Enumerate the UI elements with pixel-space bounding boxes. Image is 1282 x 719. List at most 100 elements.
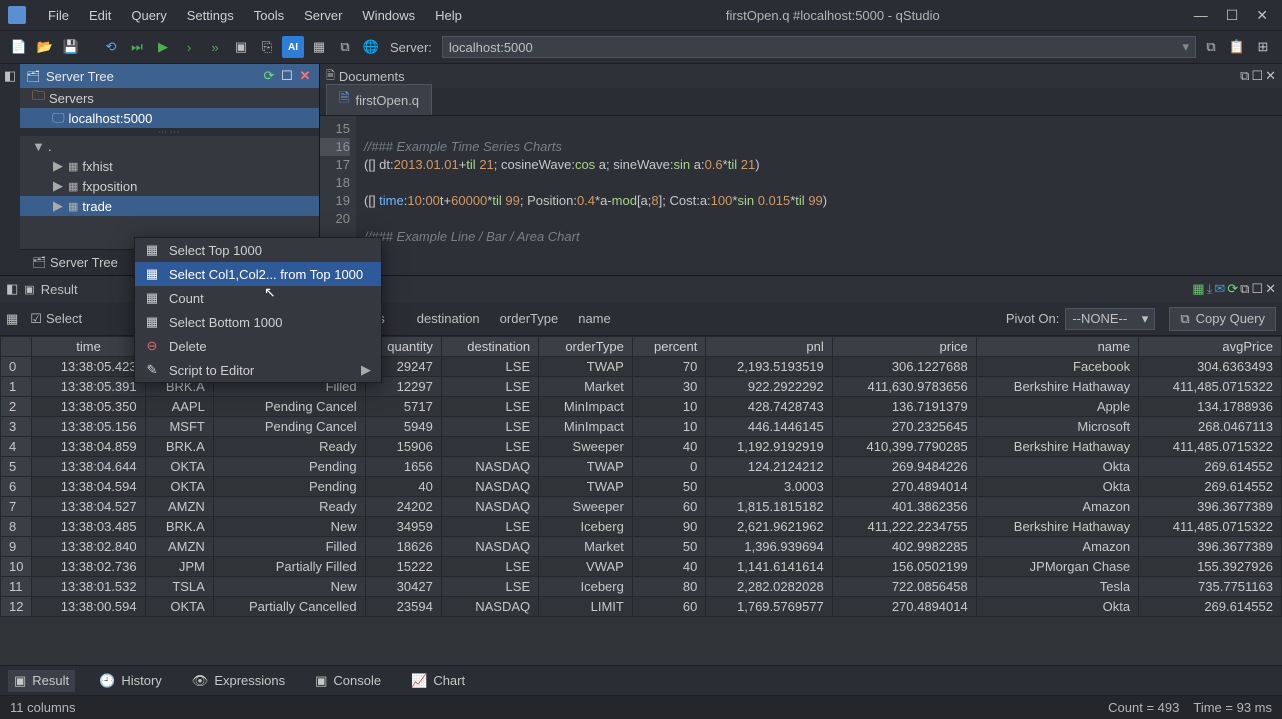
maximize-panel-icon[interactable]: ☐ — [1251, 281, 1263, 297]
context-menu-item[interactable]: ▦Select Col1,Col2... from Top 1000 — [135, 262, 381, 286]
save-icon[interactable]: 💾 — [60, 36, 82, 58]
run-all-icon[interactable]: » — [204, 36, 226, 58]
window-maximize-icon[interactable]: ☐ — [1226, 7, 1239, 24]
tab-result[interactable]: ▣Result — [8, 670, 75, 692]
col-header-time[interactable]: time — [32, 337, 145, 357]
table-row[interactable]: 613:38:04.594OKTAPending40NASDAQTWAP503.… — [1, 477, 1282, 497]
table-row[interactable]: 413:38:04.859BRK.AReady15906LSESweeper40… — [1, 437, 1282, 457]
stop-icon[interactable]: ▣ — [230, 36, 252, 58]
menu-windows[interactable]: Windows — [352, 4, 425, 27]
grid-icon[interactable]: ▦ — [308, 36, 330, 58]
refresh-connections-icon[interactable]: ⟲ — [100, 36, 122, 58]
open-file-icon[interactable]: 📂 — [34, 36, 56, 58]
table-row[interactable]: 813:38:03.485BRK.ANew34959LSEIceberg902,… — [1, 517, 1282, 537]
file-tab-firstopen[interactable]: 🗎 firstOpen.q — [326, 84, 432, 115]
table-row[interactable]: 1113:38:01.532TSLANew30427LSEIceberg802,… — [1, 577, 1282, 597]
tree-table-fxposition[interactable]: ▶ ▦ fxposition — [20, 176, 319, 196]
tab-chart[interactable]: 📈Chart — [405, 670, 471, 692]
col-name[interactable]: name — [578, 311, 611, 326]
menu-settings[interactable]: Settings — [177, 4, 244, 27]
table-row[interactable]: 1213:38:00.594OKTAPartially Cancelled235… — [1, 597, 1282, 617]
menu-tools[interactable]: Tools — [244, 4, 294, 27]
refresh-icon[interactable]: ⟳ — [1227, 281, 1238, 297]
server-select[interactable]: localhost:5000 ▾ — [442, 36, 1196, 58]
menu-server[interactable]: Server — [294, 4, 352, 27]
grid-icon[interactable]: ▦ — [6, 311, 18, 327]
mail-icon[interactable]: ✉ — [1214, 281, 1225, 297]
popout-icon[interactable]: ⧉ — [1240, 68, 1249, 84]
select-columns-button[interactable]: ☑ Select — [24, 309, 88, 329]
refresh-icon[interactable]: ⟳ — [261, 68, 277, 84]
pivot-select[interactable]: --NONE-- ▾ — [1065, 308, 1155, 330]
col-header-price[interactable]: price — [832, 337, 976, 357]
close-panel-icon[interactable]: ✕ — [1265, 68, 1276, 84]
expand-icon[interactable]: ▶ — [52, 198, 64, 214]
tree-connection[interactable]: 🖵 localhost:5000 — [20, 108, 319, 128]
export-csv-icon[interactable]: ⤓ — [1207, 281, 1213, 297]
left-gutter-icon[interactable]: ◧ — [6, 281, 18, 297]
editor-content[interactable]: //### Example Time Series Charts ([] dt:… — [356, 116, 1282, 275]
expand-icon[interactable]: ▶ — [52, 178, 64, 194]
window-close-icon[interactable]: ✕ — [1256, 7, 1268, 24]
settings-icon[interactable]: ⊞ — [1252, 36, 1274, 58]
table-row[interactable]: 713:38:04.527AMZNReady24202NASDAQSweeper… — [1, 497, 1282, 517]
col-destination[interactable]: destination — [417, 311, 480, 326]
table-row[interactable]: 313:38:05.156MSFTPending Cancel5949LSEMi… — [1, 417, 1282, 437]
maximize-panel-icon[interactable]: ☐ — [279, 68, 295, 84]
close-panel-icon[interactable]: ✕ — [1265, 281, 1276, 297]
run-to-end-icon[interactable]: ⏭ — [126, 36, 148, 58]
window-minimize-icon[interactable]: — — [1194, 7, 1208, 24]
tab-history[interactable]: 🕘History — [93, 670, 168, 692]
code-editor[interactable]: 15 16 17 18 19 20 //### Example Time Ser… — [320, 116, 1282, 275]
table-row[interactable]: 513:38:04.644OKTAPending1656NASDAQTWAP01… — [1, 457, 1282, 477]
tree-namespace[interactable]: ▼ . — [20, 136, 319, 156]
col-header-destination[interactable]: destination — [441, 337, 538, 357]
col-header-percent[interactable]: percent — [632, 337, 706, 357]
col-header-orderType[interactable]: orderType — [539, 337, 633, 357]
run-icon[interactable]: ▶ — [152, 36, 174, 58]
expand-icon[interactable]: ▼ — [32, 139, 44, 154]
context-menu-item[interactable]: ✎Script to Editor▶ — [135, 358, 381, 382]
tree-table-fxhist[interactable]: ▶ ▦ fxhist — [20, 156, 319, 176]
tab-server-tree[interactable]: 🗂 Server Tree — [24, 253, 126, 272]
context-menu-item[interactable]: ▦Count — [135, 286, 381, 310]
tab-console[interactable]: ▣Console — [309, 670, 387, 692]
copy-icon[interactable]: ⧉ — [1200, 36, 1222, 58]
close-panel-icon[interactable]: ✕ — [297, 68, 313, 84]
maximize-panel-icon[interactable]: ☐ — [1251, 68, 1263, 84]
run-line-icon[interactable]: › — [178, 36, 200, 58]
table-row[interactable]: 913:38:02.840AMZNFilled18626NASDAQMarket… — [1, 537, 1282, 557]
expand-icon[interactable]: ▶ — [52, 158, 64, 174]
menu-help[interactable]: Help — [425, 4, 472, 27]
table-view-icon[interactable]: ▦ — [1192, 281, 1204, 297]
ai-icon[interactable]: AI — [282, 36, 304, 58]
globe-icon[interactable]: 🌐 — [360, 36, 382, 58]
copy-query-button[interactable]: ⧉ Copy Query — [1169, 307, 1276, 331]
copy-table-icon[interactable]: ⧉ — [334, 36, 356, 58]
tree-table-trade[interactable]: ▶ ▦ trade — [20, 196, 319, 216]
paste-icon[interactable]: 📋 — [1226, 36, 1248, 58]
menu-edit[interactable]: Edit — [79, 4, 121, 27]
tab-expressions[interactable]: 👁Expressions — [186, 670, 291, 692]
table-row[interactable]: 213:38:05.350AAPLPending Cancel5717LSEMi… — [1, 397, 1282, 417]
context-menu-item[interactable]: ▦Select Bottom 1000 — [135, 310, 381, 334]
submenu-arrow-icon: ▶ — [361, 362, 371, 378]
col-header-pnl[interactable]: pnl — [706, 337, 832, 357]
tree-namespace-label: . — [48, 139, 52, 154]
context-menu-item[interactable]: ⊖Delete — [135, 334, 381, 358]
context-menu-item-icon: ▦ — [145, 314, 159, 330]
context-menu-item[interactable]: ▦Select Top 1000 — [135, 238, 381, 262]
popout-icon[interactable]: ⧉ — [1240, 281, 1249, 297]
new-file-icon[interactable]: 📄 — [8, 36, 30, 58]
export-icon[interactable]: ⎘ — [256, 36, 278, 58]
table-row[interactable]: 1013:38:02.736JPMPartially Filled15222LS… — [1, 557, 1282, 577]
col-header-avgPrice[interactable]: avgPrice — [1139, 337, 1282, 357]
left-gutter-icon[interactable]: ◧ — [0, 64, 20, 275]
menu-query[interactable]: Query — [121, 4, 176, 27]
menu-file[interactable]: File — [38, 4, 79, 27]
col-header-name[interactable]: name — [976, 337, 1138, 357]
copy-query-label: Copy Query — [1196, 311, 1265, 326]
tree-servers-root[interactable]: 🗀 Servers — [20, 88, 319, 108]
drag-handle[interactable]: ⋯⋯ — [20, 128, 319, 136]
col-ordertype[interactable]: orderType — [500, 311, 559, 326]
